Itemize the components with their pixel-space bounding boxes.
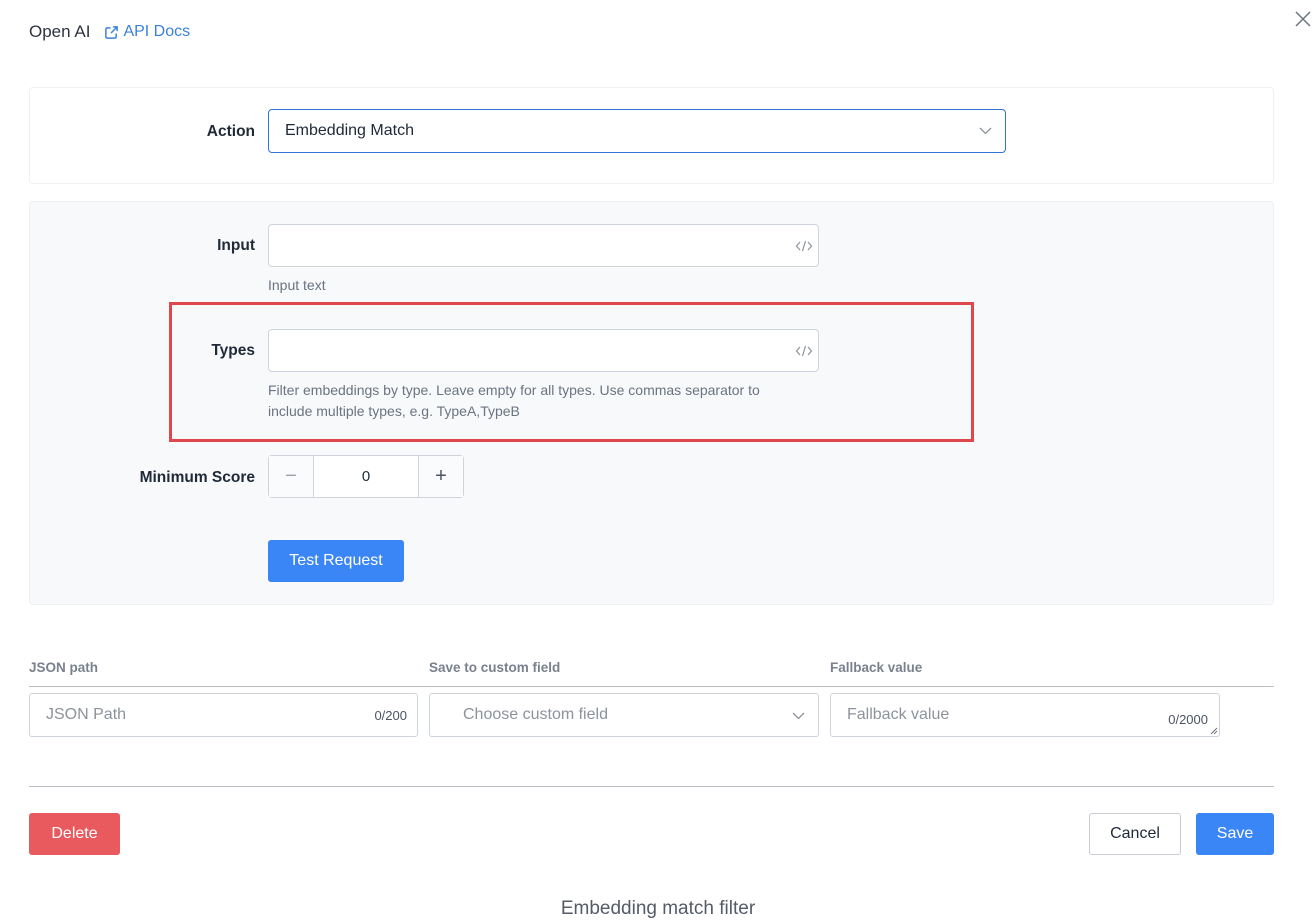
action-select[interactable]: Embedding Match [268,109,1006,153]
code-icon[interactable] [795,239,813,253]
code-icon[interactable] [795,344,813,358]
custom-field-select[interactable]: Choose custom field [429,693,819,737]
resize-handle-icon[interactable] [1210,727,1218,735]
input-field[interactable] [268,224,819,267]
close-icon[interactable] [1292,8,1314,30]
chevron-down-icon [792,712,805,720]
figure-caption: Embedding match filter [560,898,756,919]
fallback-placeholder: Fallback value [847,706,950,723]
fallback-value-textarea[interactable]: Fallback value 0/2000 [830,693,1220,737]
chevron-down-icon [979,127,992,135]
custom-field-header: Save to custom field [429,660,561,675]
footer-divider [29,786,1274,787]
minimum-score-label: Minimum Score [139,469,255,486]
cancel-button[interactable]: Cancel [1089,813,1181,855]
external-link-icon [105,25,119,39]
action-label: Action [206,123,255,140]
test-request-button[interactable]: Test Request [268,540,404,582]
api-docs-label: API Docs [123,23,191,40]
input-label: Input [217,237,255,254]
delete-button[interactable]: Delete [29,813,120,855]
integration-title: Open AI [29,22,91,41]
types-field[interactable] [268,329,819,372]
json-path-counter: 0/200 [374,708,407,723]
json-path-input[interactable]: JSON Path 0/200 [29,693,418,737]
json-path-header: JSON path [29,660,99,675]
mapping-header-divider [29,686,1274,687]
modal-header: Open AI API Docs [29,20,190,44]
fallback-header: Fallback value [830,660,923,675]
custom-field-placeholder: Choose custom field [463,706,608,723]
increment-button[interactable]: + [418,456,463,497]
types-help-line-2: include multiple types, e.g. TypeA,TypeB [268,403,520,419]
json-path-placeholder: JSON Path [46,706,127,723]
types-help-text: Filter embeddings by type. Leave empty f… [268,380,760,422]
types-label: Types [211,342,255,359]
types-help-line-1: Filter embeddings by type. Leave empty f… [268,382,760,398]
save-button[interactable]: Save [1196,813,1274,855]
input-help-text: Input text [268,277,326,293]
fallback-counter: 0/2000 [1168,712,1208,727]
minimum-score-stepper: − 0 + [268,455,464,498]
api-docs-link[interactable]: API Docs [104,23,190,41]
decrement-button[interactable]: − [269,456,314,497]
action-selected-value: Embedding Match [285,122,414,139]
minimum-score-value[interactable]: 0 [314,456,418,497]
